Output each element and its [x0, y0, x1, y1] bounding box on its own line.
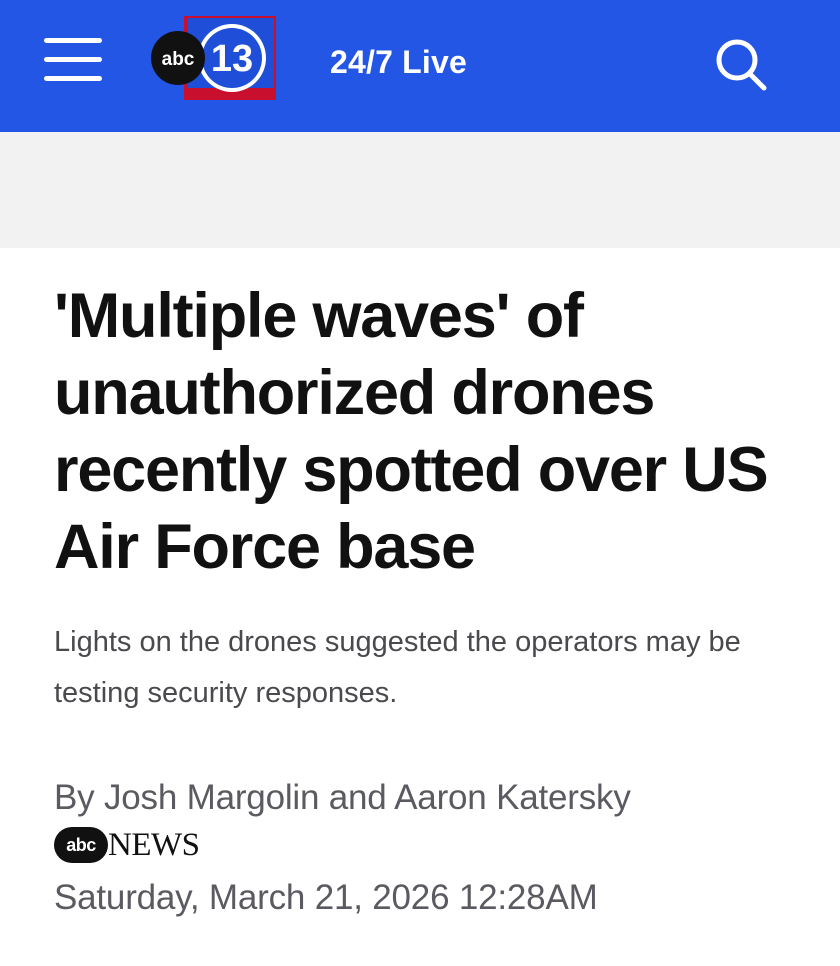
- abc-news-logo[interactable]: abc NEWS: [54, 826, 200, 864]
- search-icon[interactable]: [712, 34, 772, 94]
- top-navigation-bar: 13 abc 24/7 Live: [0, 0, 840, 132]
- abc13-logo[interactable]: 13 abc: [150, 14, 280, 102]
- news-wordmark: NEWS: [108, 826, 200, 863]
- article-subheadline: Lights on the drones suggested the opera…: [54, 626, 741, 709]
- article-byline[interactable]: By Josh Margolin and Aaron Katersky: [54, 778, 631, 818]
- ad-placeholder-band: [0, 132, 840, 248]
- svg-text:abc: abc: [162, 49, 195, 70]
- hamburger-menu-icon[interactable]: [44, 36, 102, 84]
- article-headline: 'Multiple waves' of unauthorized drones …: [54, 281, 769, 582]
- live-stream-link[interactable]: 24/7 Live: [330, 44, 467, 81]
- abc-mark: abc: [54, 827, 108, 863]
- svg-text:13: 13: [211, 38, 253, 80]
- article-timestamp: Saturday, March 21, 2026 12:28AM: [54, 878, 598, 917]
- abc13-logo-graphic: 13 abc: [151, 16, 276, 100]
